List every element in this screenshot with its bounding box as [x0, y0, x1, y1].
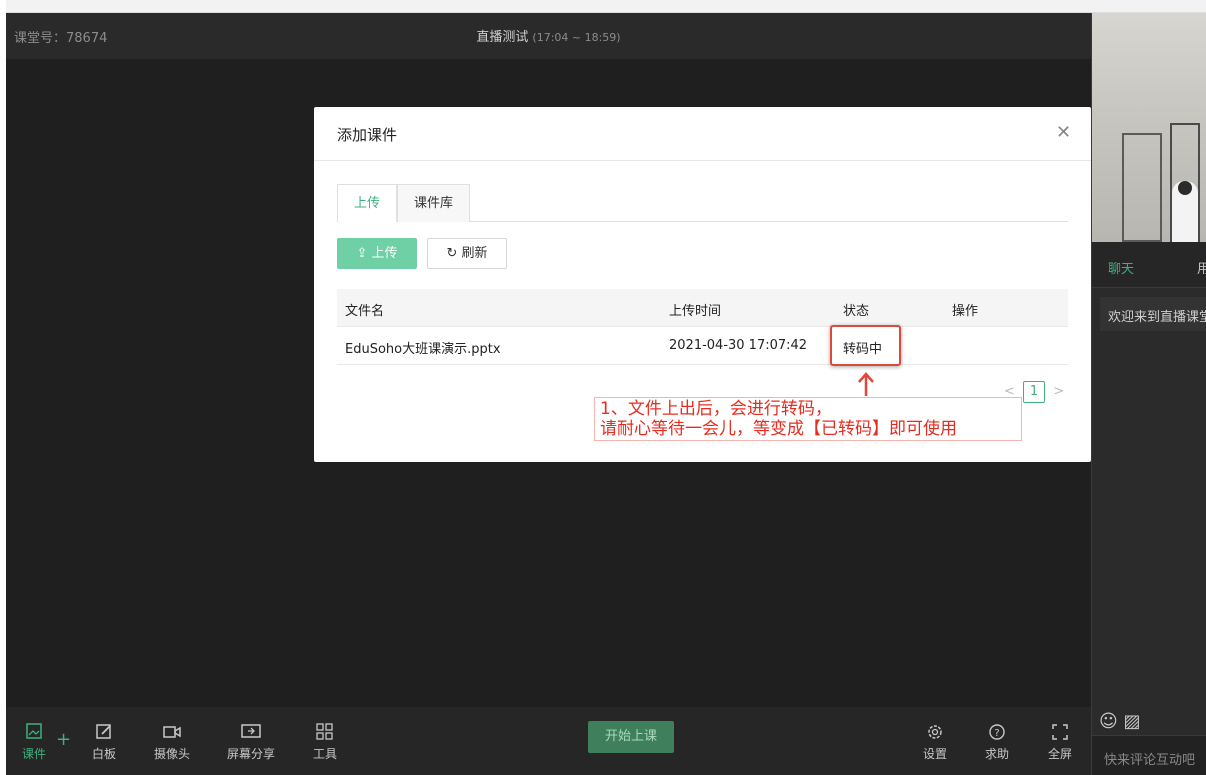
tool-label: 白板	[91, 747, 116, 761]
svg-text:?: ?	[994, 728, 999, 739]
start-class-button[interactable]: 开始上课	[588, 721, 674, 753]
room-time: (17:04 ~ 18:59)	[532, 31, 621, 44]
upload-time: 2021-04-30 17:07:42	[669, 338, 808, 353]
chat-icons: ☺ ▨	[1099, 711, 1141, 732]
bottom-toolbar: 课件 + 白板 摄像头 屏幕分享 工具 开始上课 设置 ? 求助 全屏	[6, 707, 1091, 775]
upload-button[interactable]: ⇪ 上传	[337, 238, 417, 269]
table-header: 文件名 上传时间 状态 操作	[337, 289, 1068, 327]
tool-whiteboard[interactable]: 白板	[74, 723, 134, 762]
column-header: 操作	[952, 304, 979, 319]
browser-top-strip	[0, 0, 1206, 13]
upload-button-label: 上传	[371, 246, 398, 261]
video-person-head	[1178, 181, 1192, 195]
note-line: 1、文件上出后，会进行转码，	[600, 399, 832, 419]
refresh-button-label: 刷新	[461, 246, 488, 261]
next-page-icon[interactable]: >	[1053, 384, 1064, 399]
file-name: EduSoho大班课演示.pptx	[345, 342, 501, 357]
fullscreen-icon	[1052, 724, 1068, 740]
modal-tabs: 上传 课件库	[337, 184, 1068, 222]
emoji-icon[interactable]: ☺	[1099, 711, 1118, 732]
refresh-icon: ↻	[446, 246, 458, 261]
tool-label: 求助	[984, 747, 1009, 761]
tab-chat[interactable]: 聊天	[1108, 258, 1134, 277]
annotation-note: 1、文件上出后，会进行转码， 请耐心等待一会儿，等变成【已转码】即可使用	[594, 397, 1022, 441]
tool-label: 屏幕分享	[226, 747, 275, 761]
room-title: 直播测试 (17:04 ~ 18:59)	[6, 26, 1091, 45]
room-header: 课堂号：78674 直播测试 (17:04 ~ 18:59)	[6, 13, 1091, 59]
screen-share-icon	[241, 724, 261, 738]
tab-upload[interactable]: 上传	[337, 184, 398, 222]
tool-settings[interactable]: 设置	[905, 723, 965, 762]
column-header: 状态	[843, 304, 870, 319]
chat-tabs: 聊天 用	[1092, 242, 1206, 288]
add-courseware-modal: 添加课件 ✕ 上传 课件库 ⇪ 上传 ↻ 刷新 文件名 上传时间 状态 操作 E…	[314, 107, 1091, 462]
table-row: EduSoho大班课演示.pptx 2021-04-30 17:07:42 转码…	[337, 327, 1068, 365]
status-highlight-box	[830, 325, 901, 366]
close-icon[interactable]: ✕	[1056, 124, 1071, 142]
image-icon[interactable]: ▨	[1124, 711, 1141, 732]
arrow-up-icon	[858, 372, 874, 396]
tool-tools[interactable]: 工具	[295, 723, 355, 762]
tool-fullscreen[interactable]: 全屏	[1030, 723, 1090, 762]
tool-label: 全屏	[1047, 747, 1072, 761]
teacher-video	[1092, 13, 1206, 242]
modal-title: 添加课件	[337, 126, 398, 144]
room-title-text: 直播测试	[476, 30, 529, 45]
video-door	[1122, 133, 1162, 242]
column-header: 上传时间	[669, 304, 722, 319]
note-line: 请耐心等待一会儿，等变成【已转码】即可使用	[600, 419, 957, 439]
modal-header: 添加课件 ✕	[314, 107, 1091, 161]
column-header: 文件名	[345, 304, 385, 319]
tab-courseware-library[interactable]: 课件库	[397, 184, 471, 222]
tool-screen-share[interactable]: 屏幕分享	[221, 723, 281, 762]
tool-label: 工具	[312, 747, 337, 761]
tool-help[interactable]: ? 求助	[967, 723, 1027, 762]
tool-label: 摄像头	[153, 747, 190, 761]
camera-icon	[163, 726, 181, 738]
whiteboard-icon	[96, 724, 111, 739]
upload-icon: ⇪	[356, 246, 368, 261]
right-panel: 聊天 用 欢迎来到直播课堂 ☺ ▨ 快来评论互动吧	[1091, 13, 1206, 775]
tool-camera[interactable]: 摄像头	[142, 723, 202, 762]
tool-courseware[interactable]: 课件	[4, 723, 64, 762]
page-number[interactable]: 1	[1023, 381, 1046, 403]
refresh-button[interactable]: ↻ 刷新	[427, 238, 507, 269]
help-icon: ?	[989, 724, 1005, 740]
tool-label: 设置	[922, 747, 947, 761]
courseware-icon	[26, 723, 42, 739]
gear-icon	[928, 725, 942, 739]
add-courseware-icon[interactable]: +	[56, 729, 71, 750]
tab-users[interactable]: 用	[1197, 258, 1206, 277]
tools-icon	[316, 723, 333, 740]
courseware-table: 文件名 上传时间 状态 操作 EduSoho大班课演示.pptx 2021-04…	[337, 289, 1068, 365]
tool-label: 课件	[21, 747, 46, 761]
chat-welcome-message: 欢迎来到直播课堂	[1100, 297, 1206, 331]
chat-input[interactable]: 快来评论互动吧	[1092, 735, 1206, 775]
